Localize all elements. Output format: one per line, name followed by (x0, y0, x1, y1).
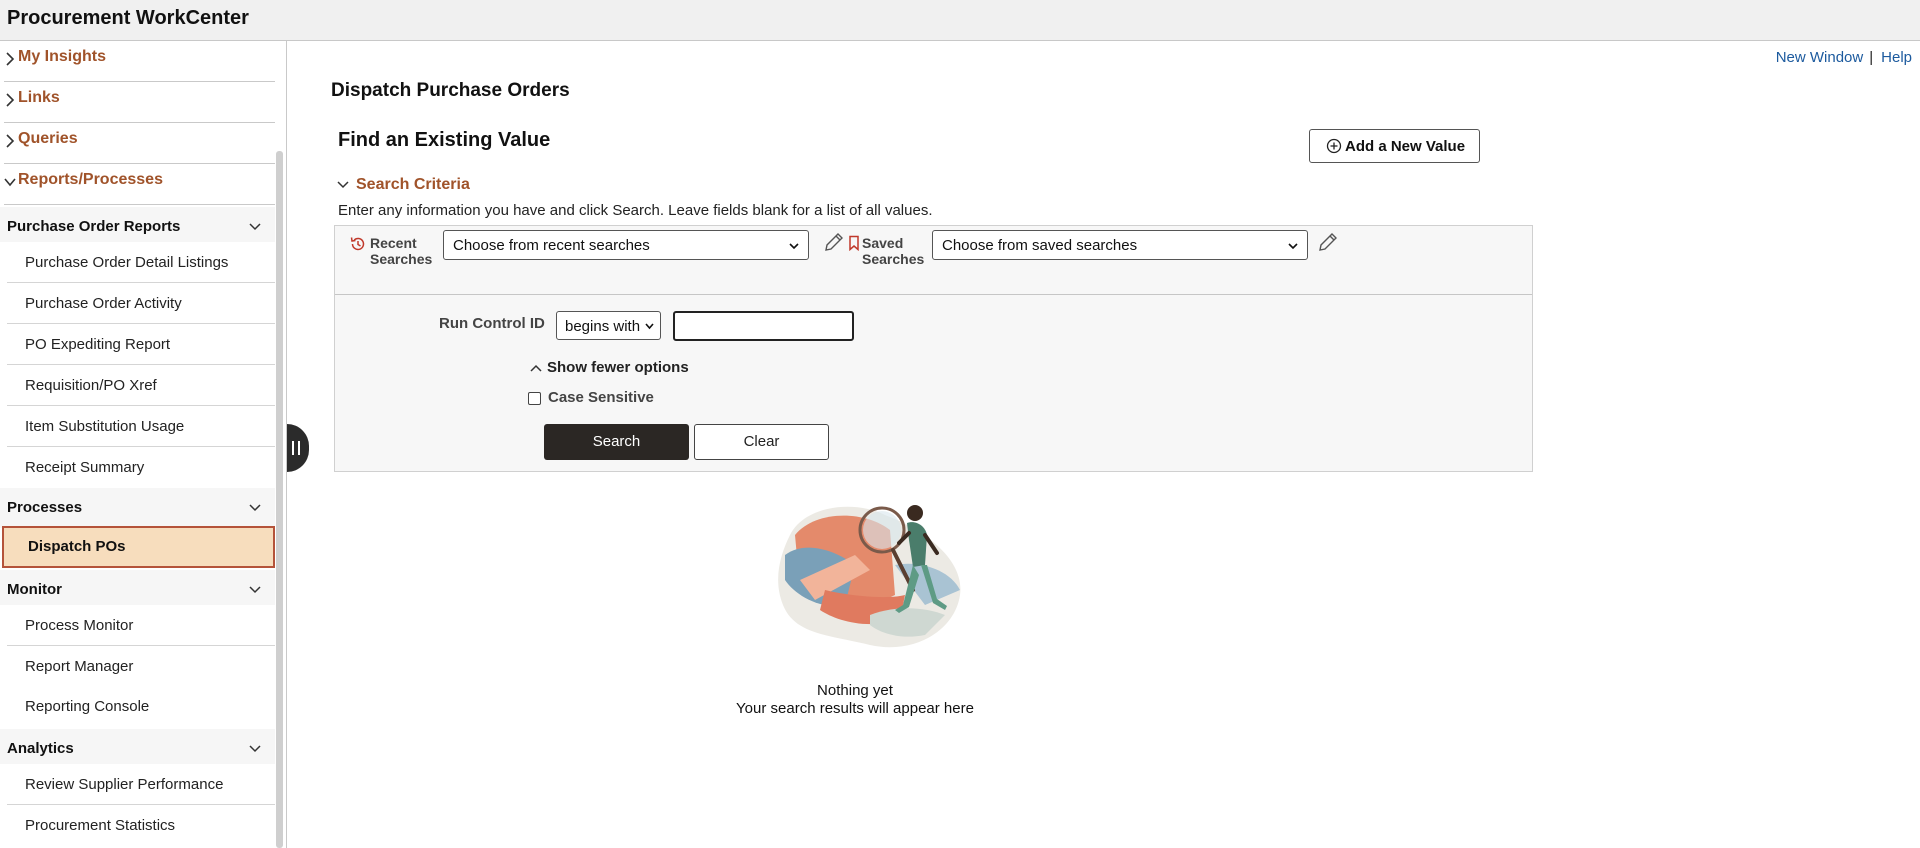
app-header: Procurement WorkCenter (0, 0, 1920, 41)
sidebar-item-label: Reporting Console (25, 698, 150, 715)
case-sensitive-checkbox[interactable] (528, 392, 541, 405)
show-fewer-options-label: Show fewer options (547, 359, 689, 376)
search-criteria-panel: Recent Searches Choose from recent searc… (334, 225, 1533, 472)
sidebar-item-label: Requisition/PO Xref (25, 377, 157, 394)
case-sensitive-label: Case Sensitive (548, 389, 654, 406)
empty-state-illustration (778, 505, 961, 648)
accordion-reports-processes[interactable]: Reports/Processes (0, 164, 275, 205)
saved-searches-select[interactable]: Choose from saved searches (932, 230, 1308, 260)
divider (4, 204, 275, 205)
group-header-analytics[interactable]: Analytics (0, 729, 275, 769)
recent-searches-select[interactable]: Choose from recent searches (443, 230, 809, 260)
sidebar-item-label: Process Monitor (25, 617, 134, 634)
chevron-down-icon (249, 745, 261, 753)
sidebar-item-purchase-order-activity[interactable]: Purchase Order Activity (0, 283, 275, 324)
sidebar-item-procurement-statistics[interactable]: Procurement Statistics (0, 805, 275, 846)
chevron-down-icon (1288, 243, 1298, 250)
run-control-operator-select[interactable]: begins with (556, 311, 661, 340)
chevron-down-icon (249, 586, 261, 594)
sidebar-item-purchase-order-detail-listings[interactable]: Purchase Order Detail Listings (0, 242, 275, 283)
sidebar-item-report-manager[interactable]: Report Manager (0, 646, 275, 687)
sidebar-item-label: Purchase Order Detail Listings (25, 254, 229, 271)
sidebar-item-label: Review Supplier Performance (25, 776, 224, 793)
chevron-up-icon (530, 364, 542, 372)
operator-value: begins with (565, 318, 641, 335)
new-window-link[interactable]: New Window (1776, 49, 1864, 66)
pencil-icon[interactable] (1316, 230, 1340, 254)
saved-searches-label: Saved Searches (862, 235, 925, 267)
chevron-right-icon (6, 52, 15, 66)
sidebar-item-label: Item Substitution Usage (25, 418, 185, 435)
chevron-down-icon (249, 223, 261, 231)
chevron-down-icon (4, 178, 16, 187)
sidebar-item-label: PO Expediting Report (25, 336, 171, 353)
find-existing-value-heading: Find an Existing Value (338, 129, 551, 151)
sidebar: My Insights Links Queries Reports/Proces… (0, 41, 287, 848)
search-instructions: Enter any information you have and click… (338, 202, 933, 219)
plus-circle-icon (1326, 138, 1342, 154)
group-header-purchase-order-reports[interactable]: Purchase Order Reports (0, 207, 275, 247)
group-title: Purchase Order Reports (7, 218, 181, 235)
group-title: Processes (7, 499, 83, 516)
sidebar-item-label: Report Manager (25, 658, 134, 675)
sidebar-item-dispatch-pos[interactable]: Dispatch POs (2, 526, 275, 568)
chevron-right-icon (6, 93, 15, 107)
chevron-down-icon (645, 323, 654, 330)
sidebar-item-reporting-console[interactable]: Reporting Console (0, 686, 275, 727)
history-icon (350, 237, 365, 251)
link-separator: | (1869, 49, 1874, 66)
clear-button[interactable]: Clear (694, 424, 829, 460)
recent-searches-value: Choose from recent searches (453, 237, 650, 254)
sidebar-collapse-handle[interactable] (287, 424, 309, 472)
empty-state-subtitle: Your search results will appear here (736, 700, 974, 717)
sidebar-scrollbar[interactable] (276, 151, 283, 848)
accordion-label: Links (18, 89, 60, 106)
accordion-my-insights[interactable]: My Insights (0, 41, 275, 82)
sidebar-item-item-substitution-usage[interactable]: Item Substitution Usage (0, 406, 275, 447)
empty-state-title: Nothing yet (817, 682, 893, 699)
sidebar-item-label: Dispatch POs (28, 538, 126, 555)
chevron-down-icon (337, 181, 349, 189)
run-control-id-input[interactable] (673, 311, 854, 341)
search-button[interactable]: Search (544, 424, 689, 460)
sidebar-item-requisition-po-xref[interactable]: Requisition/PO Xref (0, 365, 275, 406)
chevron-down-icon (249, 504, 261, 512)
group-title: Monitor (7, 581, 62, 598)
group-title: Analytics (7, 740, 74, 757)
group-header-processes[interactable]: Processes (0, 488, 275, 528)
add-new-value-label: Add a New Value (1345, 138, 1466, 155)
sidebar-item-review-supplier-performance[interactable]: Review Supplier Performance (0, 764, 275, 805)
run-control-id-label: Run Control ID (439, 315, 545, 332)
search-criteria-label: Search Criteria (356, 176, 470, 193)
collapse-handle-icon (292, 441, 300, 455)
pencil-icon[interactable] (822, 230, 846, 254)
group-header-monitor[interactable]: Monitor (0, 570, 275, 610)
accordion-links[interactable]: Links (0, 82, 275, 123)
top-links: New Window | Help (1776, 49, 1912, 66)
accordion-queries[interactable]: Queries (0, 123, 275, 164)
add-new-value-button[interactable]: Add a New Value (1309, 129, 1480, 163)
sidebar-item-label: Procurement Statistics (25, 817, 176, 834)
divider (335, 294, 1532, 295)
chevron-down-icon (789, 243, 799, 250)
page-title: Dispatch Purchase Orders (331, 80, 570, 101)
sidebar-item-receipt-summary[interactable]: Receipt Summary (0, 447, 275, 488)
help-link[interactable]: Help (1881, 49, 1912, 66)
sidebar-item-process-monitor[interactable]: Process Monitor (0, 605, 275, 646)
accordion-label: Queries (18, 130, 78, 147)
sidebar-item-label: Purchase Order Activity (25, 295, 182, 312)
accordion-label: My Insights (18, 48, 107, 65)
chevron-right-icon (6, 134, 15, 148)
app-title: Procurement WorkCenter (7, 7, 249, 29)
sidebar-item-po-expediting-report[interactable]: PO Expediting Report (0, 324, 275, 365)
saved-searches-value: Choose from saved searches (942, 237, 1138, 254)
accordion-label: Reports/Processes (18, 171, 163, 188)
sidebar-item-label: Receipt Summary (25, 459, 145, 476)
recent-searches-label: Recent Searches (370, 235, 433, 267)
bookmark-icon (849, 235, 859, 251)
